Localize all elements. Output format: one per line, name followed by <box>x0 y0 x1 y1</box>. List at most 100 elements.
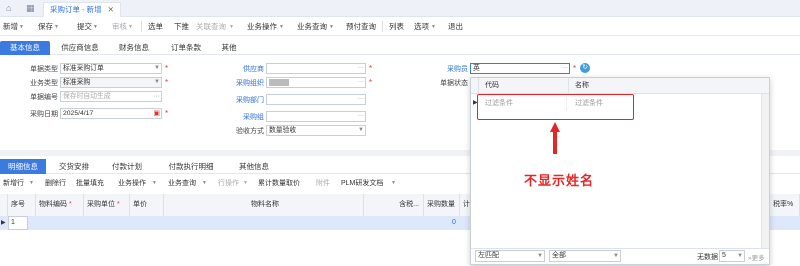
tab-basic-info[interactable]: 基本信息 <box>0 41 50 55</box>
list-button[interactable]: 列表 <box>389 21 404 32</box>
cumulative-qty-price-button[interactable]: 累计数量取价 <box>258 178 300 188</box>
required-marker: * <box>165 64 169 73</box>
col-purch-qty[interactable]: 采购数量 <box>424 194 460 216</box>
purch-org-input[interactable]: ··· <box>266 77 366 88</box>
ellipsis-icon[interactable]: ··· <box>358 78 364 87</box>
delete-row-button[interactable]: 删除行 <box>45 178 66 188</box>
doc-no-input[interactable]: 保存时自动生成 ··· <box>60 91 162 102</box>
calendar-icon[interactable]: ▣ <box>153 109 160 118</box>
acceptance-select[interactable]: 数量验收 ▼ <box>266 125 366 136</box>
buyer-input[interactable]: 英 ··· <box>470 63 570 74</box>
purch-group-label: 采购组 <box>243 114 264 121</box>
chevron-down-icon[interactable]: ▼ <box>128 24 133 30</box>
business-query-button[interactable]: 业务查询 <box>297 21 327 32</box>
doc-status-label: 单据状态 <box>440 80 468 87</box>
scope-value: 全部 <box>552 252 566 259</box>
purch-group-input[interactable]: ··· <box>266 111 366 122</box>
grid-business-query-button[interactable]: 业务查询 <box>168 178 196 188</box>
attachment-button[interactable]: 附件 <box>316 178 330 188</box>
new-button[interactable]: 新增 <box>3 21 18 32</box>
ellipsis-icon[interactable]: ··· <box>562 64 568 73</box>
annotation-arrow-icon <box>550 122 560 154</box>
match-mode-value: 左匹配 <box>478 252 499 259</box>
home-icon[interactable]: ⌂ <box>6 3 11 13</box>
submit-button[interactable]: 提交 <box>77 21 92 32</box>
save-button[interactable]: 保存 <box>38 21 53 32</box>
chevron-down-icon[interactable]: ▼ <box>329 24 334 30</box>
chevron-down-icon[interactable]: ▼ <box>279 24 284 30</box>
chevron-down-icon[interactable]: ▼ <box>202 180 207 186</box>
plm-doc-button[interactable]: PLM研发文档 <box>341 178 383 188</box>
date-label: 采购日期 <box>30 111 58 118</box>
chevron-down-icon[interactable]: ▼ <box>431 24 436 30</box>
chevron-down-icon[interactable]: ▼ <box>229 24 234 30</box>
ellipsis-icon[interactable]: ··· <box>358 64 364 73</box>
toolbar-divider <box>141 21 142 32</box>
purch-dept-input[interactable]: ··· <box>266 94 366 105</box>
ellipsis-icon[interactable]: ··· <box>153 92 160 101</box>
ellipsis-icon[interactable]: ··· <box>358 95 364 104</box>
related-query-button[interactable]: 关联查询 <box>196 21 226 32</box>
chevron-down-icon[interactable]: ▼ <box>243 180 248 186</box>
biz-type-select[interactable]: 标准采购 ▼ <box>60 77 162 88</box>
refresh-icon[interactable]: ↻ <box>580 63 590 73</box>
tab-finance-info[interactable]: 财务信息 <box>110 41 158 55</box>
col-unit-price[interactable]: 单价 <box>130 194 164 216</box>
add-row-button[interactable]: 新增行 <box>3 178 24 188</box>
batch-fill-button[interactable]: 批量填充 <box>76 178 104 188</box>
audit-button[interactable]: 审核 <box>112 21 127 32</box>
popup-col-code[interactable]: 代码 <box>479 78 569 94</box>
page-size-select[interactable]: 5 ▼ <box>719 250 745 262</box>
doc-type-value: 标准采购订单 <box>63 65 104 72</box>
acceptance-label: 验收方式 <box>236 128 264 135</box>
popup-scrollbar[interactable] <box>761 94 769 248</box>
select-bill-button[interactable]: 选单 <box>148 21 163 32</box>
tab-other-info[interactable]: 其他信息 <box>230 159 278 174</box>
tab-delivery-schedule[interactable]: 交货安排 <box>50 159 98 174</box>
chevron-down-icon[interactable]: ▼ <box>29 180 34 186</box>
tab-purchase-order-new[interactable]: 采购订单 - 新增 ✕ <box>43 2 121 17</box>
tab-detail-info[interactable]: 明细信息 <box>0 159 46 174</box>
options-button[interactable]: 选项 <box>414 21 429 32</box>
tab-payment-plan[interactable]: 付款计划 <box>103 159 151 174</box>
chevron-down-icon[interactable]: ▼ <box>152 180 157 186</box>
ellipsis-icon[interactable]: ··· <box>358 112 364 121</box>
page-size-value: 5 <box>722 252 726 259</box>
more-link[interactable]: »更多 <box>748 252 765 262</box>
business-operation-button[interactable]: 业务操作 <box>247 21 277 32</box>
chevron-down-icon[interactable]: ▼ <box>93 24 98 30</box>
doc-no-placeholder: 保存时自动生成 <box>63 93 111 100</box>
popup-col-name[interactable]: 名称 <box>569 78 769 94</box>
push-down-button[interactable]: 下推 <box>174 21 189 32</box>
tab-other[interactable]: 其他 <box>214 41 244 55</box>
col-seq[interactable]: 序号 <box>8 194 36 216</box>
grid-business-operation-button[interactable]: 业务操作 <box>118 178 146 188</box>
col-tax-rate[interactable]: 税率% <box>770 194 800 216</box>
doc-type-select[interactable]: 标准采购订单 ▼ <box>60 63 162 74</box>
col-purch-unit[interactable]: 采购单位 * <box>84 194 130 216</box>
exit-button[interactable]: 退出 <box>448 21 463 32</box>
row-pointer-icon: ▶ <box>1 220 6 226</box>
tab-payment-execution[interactable]: 付款执行明细 <box>155 159 227 174</box>
col-material-code[interactable]: 物料编码 * <box>36 194 84 216</box>
col-material-code-label: 物料编码 <box>39 201 67 208</box>
supplier-input[interactable]: ··· <box>266 63 366 74</box>
required-marker: * <box>369 64 373 73</box>
chevron-down-icon[interactable]: ▼ <box>19 24 24 30</box>
prepay-query-button[interactable]: 预付查询 <box>346 21 376 32</box>
close-icon[interactable]: ✕ <box>108 5 114 14</box>
col-material-name[interactable]: 物料名称 <box>164 194 364 216</box>
acceptance-value: 数量验收 <box>269 127 297 134</box>
date-input[interactable]: 2025/4/17 ▣ <box>60 108 162 119</box>
col-tax-incl[interactable]: 含税... <box>364 194 424 216</box>
row-operation-button[interactable]: 行操作 <box>218 178 239 188</box>
chevron-down-icon[interactable]: ▼ <box>54 24 59 30</box>
tab-order-terms[interactable]: 订单条款 <box>162 41 210 55</box>
chevron-down-icon: ▼ <box>358 127 364 133</box>
apps-grid-icon[interactable]: ▦ <box>26 3 35 14</box>
match-mode-select[interactable]: 左匹配 ▼ <box>475 250 545 262</box>
tab-supplier-info[interactable]: 供应商信息 <box>54 41 106 55</box>
scope-select[interactable]: 全部 ▼ <box>549 250 621 262</box>
supplier-label: 供应商 <box>243 66 264 73</box>
chevron-down-icon[interactable]: ▼ <box>391 180 396 186</box>
